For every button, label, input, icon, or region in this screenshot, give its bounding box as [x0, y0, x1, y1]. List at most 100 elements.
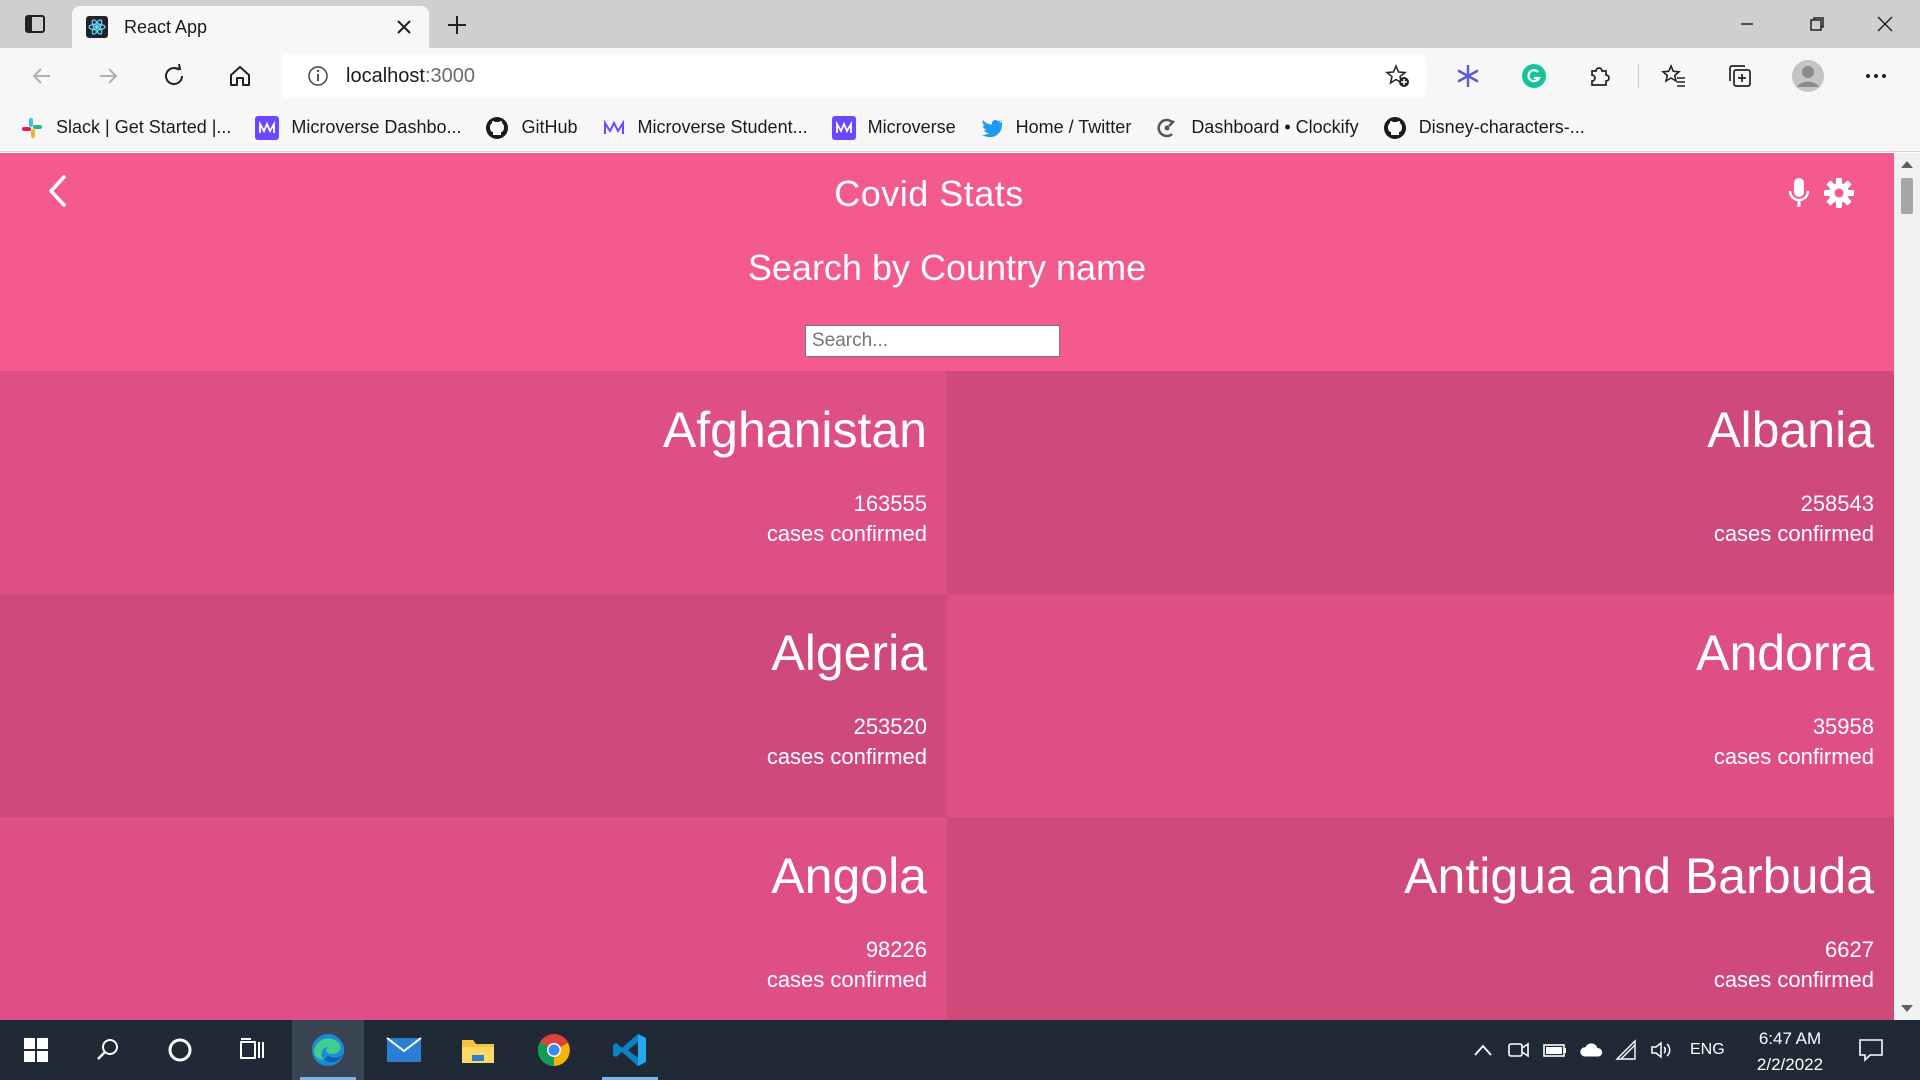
collections-button[interactable] — [1722, 58, 1758, 94]
arrow-right-icon — [100, 68, 118, 84]
show-hidden-icons-button[interactable] — [1470, 1038, 1496, 1062]
scrollbar-thumb[interactable] — [1901, 178, 1913, 214]
home-button[interactable] — [220, 56, 260, 96]
cases-label: cases confirmed — [1713, 744, 1874, 769]
new-tab-button[interactable] — [440, 8, 474, 42]
microverse-icon — [255, 115, 280, 140]
grammarly-button[interactable] — [1516, 58, 1552, 94]
browser-tab[interactable]: React App — [72, 6, 429, 48]
app-title: Covid Stats — [834, 173, 1024, 214]
wifi-icon — [1615, 1039, 1636, 1060]
clock-time: 6:47 AM — [1758, 1029, 1822, 1048]
cases-count: 35958 — [1812, 714, 1874, 739]
scroll-up-arrow-icon[interactable] — [1901, 161, 1913, 168]
cases-label: cases confirmed — [766, 967, 927, 992]
back-button[interactable] — [22, 56, 62, 96]
close-window-button[interactable] — [1852, 0, 1918, 48]
bookmark-slack[interactable]: Slack | Get Started |... — [20, 110, 231, 146]
cloud-icon — [1580, 1043, 1603, 1057]
battery-button[interactable] — [1542, 1038, 1568, 1062]
address-bar[interactable]: localhost:3000 — [282, 54, 1426, 98]
slack-icon — [20, 116, 44, 140]
minimize-button[interactable] — [1714, 0, 1780, 48]
country-name: Afghanistan — [662, 402, 927, 458]
country-card[interactable]: Antigua and Barbuda 6627 cases confirmed — [947, 817, 1894, 1020]
chrome-taskbar-button[interactable] — [518, 1020, 590, 1080]
url-host: localhost — [346, 64, 425, 87]
bookmark-label: GitHub — [521, 117, 578, 137]
search-heading: Search by Country name — [747, 247, 1147, 288]
bookmark-disney-characters[interactable]: Disney-characters-... — [1383, 110, 1585, 146]
country-card[interactable]: Angola 98226 cases confirmed — [0, 817, 947, 1020]
extension-asterisk-button[interactable] — [1450, 58, 1486, 94]
tab-actions-button[interactable] — [12, 10, 58, 38]
vscode-taskbar-button[interactable] — [594, 1020, 666, 1080]
chevron-up-icon — [1474, 1044, 1492, 1056]
start-button[interactable] — [0, 1020, 72, 1080]
bookmark-microverse[interactable]: Microverse — [831, 110, 956, 146]
onedrive-button[interactable] — [1578, 1038, 1604, 1062]
plus-icon — [448, 16, 466, 34]
country-card[interactable]: Albania 258543 cases confirmed — [947, 371, 1894, 594]
cases-count: 98226 — [865, 937, 927, 962]
forward-button[interactable] — [88, 56, 128, 96]
settings-button[interactable] — [1820, 173, 1858, 213]
extensions-button[interactable] — [1582, 58, 1618, 94]
restore-icon — [1810, 17, 1824, 31]
bookmark-label: Microverse — [867, 117, 956, 137]
bookmark-twitter[interactable]: Home / Twitter — [980, 110, 1132, 146]
country-card[interactable]: Andorra 35958 cases confirmed — [947, 594, 1894, 817]
file-explorer-taskbar-button[interactable] — [442, 1020, 514, 1080]
info-icon[interactable] — [298, 56, 338, 96]
network-button[interactable] — [1614, 1038, 1640, 1062]
scroll-down-arrow-icon[interactable] — [1901, 1005, 1913, 1012]
country-search-input[interactable] — [805, 325, 1060, 357]
more-options-button[interactable] — [1858, 58, 1894, 94]
cases-count: 253520 — [853, 714, 927, 739]
tab-close-button[interactable] — [393, 16, 415, 38]
bookmark-clockify[interactable]: Dashboard • Clockify — [1155, 110, 1359, 146]
twitter-icon — [980, 116, 1004, 140]
battery-icon — [1543, 1044, 1566, 1057]
bookmark-label: Microverse Student... — [637, 117, 808, 137]
bookmark-github[interactable]: GitHub — [485, 110, 578, 146]
microphone-button[interactable] — [1784, 173, 1814, 213]
tab-title: React App — [124, 16, 208, 37]
country-card[interactable]: Algeria 253520 cases confirmed — [0, 594, 947, 817]
notifications-button[interactable] — [1858, 1038, 1884, 1062]
bookmark-label: Disney-characters-... — [1418, 117, 1585, 137]
mail-icon — [386, 1037, 422, 1062]
task-view-button[interactable] — [216, 1020, 288, 1080]
language-indicator[interactable]: ENG — [1690, 1020, 1725, 1080]
camera-icon — [1508, 1042, 1529, 1058]
star-add-icon — [1385, 64, 1409, 87]
favorites-button[interactable] — [1656, 58, 1692, 94]
bookmark-microverse-dashboard[interactable]: Microverse Dashbo... — [255, 110, 461, 146]
add-favorite-button[interactable] — [1378, 56, 1418, 96]
profile-button[interactable] — [1790, 58, 1826, 94]
clock[interactable]: 6:47 AM 2/2/2022 — [1740, 1026, 1840, 1078]
folder-icon — [462, 1040, 494, 1063]
page-scrollbar[interactable] — [1894, 153, 1920, 1020]
volume-button[interactable] — [1648, 1038, 1674, 1062]
bookmark-label: Slack | Get Started |... — [56, 117, 232, 137]
search-button[interactable] — [72, 1020, 144, 1080]
arrow-left-icon — [32, 68, 50, 84]
meet-now-button[interactable] — [1506, 1038, 1532, 1062]
country-grid: Afghanistan 163555 cases confirmed Alban… — [0, 371, 1894, 1020]
edge-taskbar-button[interactable] — [292, 1020, 364, 1080]
mail-taskbar-button[interactable] — [368, 1020, 440, 1080]
bookmark-microverse-student[interactable]: Microverse Student... — [602, 110, 808, 146]
cortana-button[interactable] — [144, 1020, 216, 1080]
refresh-button[interactable] — [154, 56, 194, 96]
restore-button[interactable] — [1784, 0, 1850, 48]
url-text[interactable]: localhost:3000 — [346, 65, 1378, 88]
country-name: Antigua and Barbuda — [1404, 848, 1874, 904]
tab-strip: React App — [0, 0, 1920, 48]
cases-count: 6627 — [1825, 937, 1874, 962]
country-card[interactable]: Afghanistan 163555 cases confirmed — [0, 371, 947, 594]
cases-count: 258543 — [1800, 491, 1874, 516]
github-icon — [485, 116, 509, 140]
vscode-icon — [613, 1034, 646, 1066]
bookmark-label: Home / Twitter — [1015, 117, 1132, 137]
